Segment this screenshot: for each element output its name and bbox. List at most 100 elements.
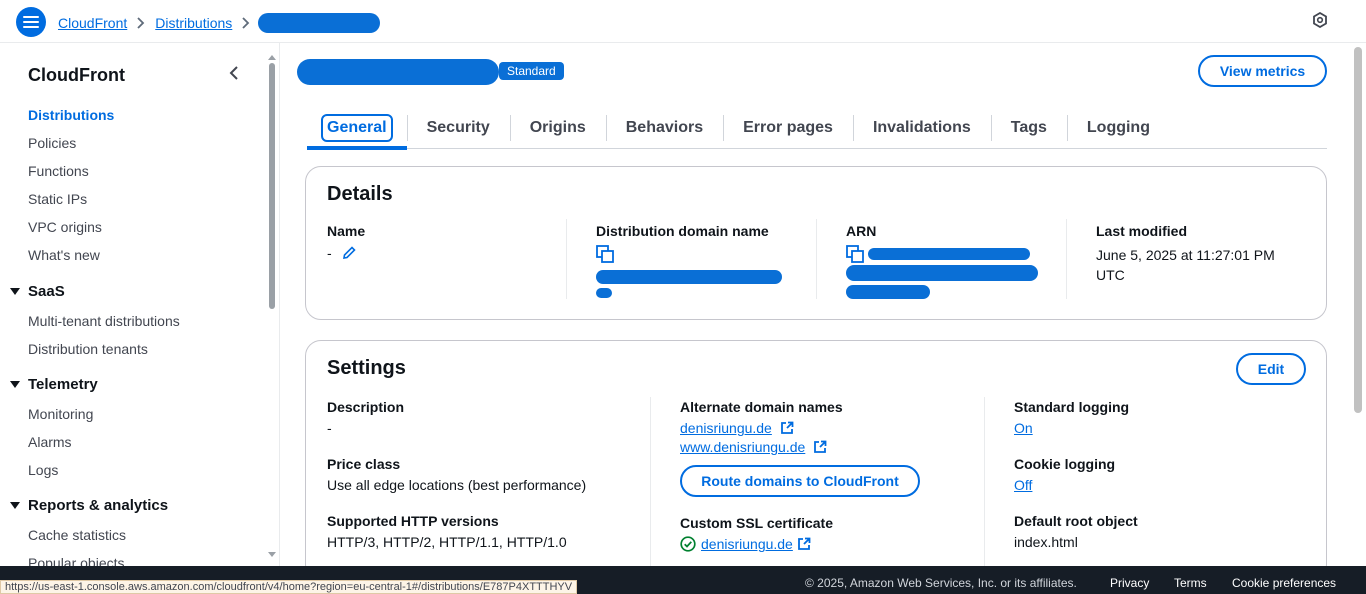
- last-modified-value: June 5, 2025 at 11:27:01 PM UTC: [1096, 247, 1275, 283]
- sidebar-group-label: SaaS: [28, 283, 65, 300]
- sidebar-item-policies[interactable]: Policies: [28, 129, 268, 157]
- column-divider: [650, 397, 651, 566]
- check-circle-icon: [680, 536, 696, 552]
- edit-button[interactable]: Edit: [1236, 353, 1306, 385]
- sidebar-item-distribution-tenants[interactable]: Distribution tenants: [28, 335, 268, 363]
- copy-icon[interactable]: [596, 245, 614, 263]
- price-class-value: Use all edge locations (best performance…: [327, 477, 587, 493]
- scrollbar-thumb[interactable]: [1354, 47, 1362, 413]
- sidebar-group-label: Telemetry: [28, 376, 98, 393]
- cookie-logging-label: Cookie logging: [1014, 456, 1116, 472]
- sidebar-item-distributions[interactable]: Distributions: [28, 101, 268, 129]
- sidebar-item-popular-objects[interactable]: Popular objects: [28, 549, 268, 566]
- alternate-domain-link[interactable]: www.denisriungu.de: [680, 439, 805, 455]
- sidebar-title: CloudFront: [28, 65, 125, 85]
- description-value: -: [327, 420, 332, 436]
- column-divider: [816, 219, 817, 299]
- sidebar-item-multi-tenant[interactable]: Multi-tenant distributions: [28, 307, 268, 335]
- route-domains-button[interactable]: Route domains to CloudFront: [680, 465, 920, 497]
- external-link-icon: [814, 440, 827, 453]
- sidebar-item-vpc-origins[interactable]: VPC origins: [28, 213, 268, 241]
- top-breadcrumb-bar: CloudFront Distributions: [0, 0, 1366, 43]
- settings-card: Settings Edit Description - Price class …: [305, 340, 1327, 566]
- arn-label: ARN: [846, 223, 877, 239]
- breadcrumb: CloudFront Distributions: [58, 13, 381, 33]
- copy-icon[interactable]: [846, 245, 864, 263]
- scroll-up-icon[interactable]: [268, 55, 276, 60]
- main-content: Standard View metrics General Security O…: [281, 43, 1351, 566]
- sidebar-group-saas[interactable]: SaaS: [10, 283, 65, 300]
- sidebar-item-cache-statistics[interactable]: Cache statistics: [28, 521, 268, 549]
- chevron-left-icon[interactable]: [228, 65, 240, 84]
- tab-security[interactable]: Security: [406, 107, 510, 149]
- sidebar: CloudFront Distributions Policies Functi…: [0, 43, 280, 566]
- column-divider: [1066, 219, 1067, 299]
- status-bar-url: https://us-east-1.console.aws.amazon.com…: [0, 580, 578, 594]
- alternate-domains-label: Alternate domain names: [680, 399, 843, 415]
- last-modified-label: Last modified: [1096, 223, 1188, 239]
- sidebar-item-logs[interactable]: Logs: [28, 456, 268, 484]
- name-value: -: [327, 245, 332, 261]
- cookie-logging-link[interactable]: Off: [1014, 477, 1032, 493]
- privacy-link[interactable]: Privacy: [1110, 576, 1149, 590]
- hamburger-icon: [23, 16, 39, 28]
- redacted-domain-name: [596, 270, 782, 284]
- copyright-text: © 2025, Amazon Web Services, Inc. or its…: [805, 576, 1077, 590]
- standard-logging-link[interactable]: On: [1014, 420, 1033, 436]
- caret-down-icon: [10, 381, 20, 388]
- sidebar-item-static-ips[interactable]: Static IPs: [28, 185, 268, 213]
- tab-tags[interactable]: Tags: [990, 107, 1067, 149]
- standard-logging-label: Standard logging: [1014, 399, 1130, 415]
- redacted-arn-line3: [846, 285, 930, 299]
- terms-link[interactable]: Terms: [1174, 576, 1207, 590]
- breadcrumb-distributions[interactable]: Distributions: [155, 15, 232, 31]
- settings-icon[interactable]: [1312, 11, 1328, 31]
- domain-name-label: Distribution domain name: [596, 223, 769, 239]
- scrollbar-thumb[interactable]: [269, 63, 275, 309]
- edit-pencil-icon[interactable]: [342, 246, 356, 260]
- sidebar-scrollbar[interactable]: [267, 55, 276, 565]
- description-label: Description: [327, 399, 405, 415]
- http-versions-value: HTTP/3, HTTP/2, HTTP/1.1, HTTP/1.0: [327, 534, 567, 550]
- scroll-down-icon[interactable]: [268, 552, 276, 557]
- sidebar-group-reports[interactable]: Reports & analytics: [10, 497, 168, 514]
- sidebar-item-functions[interactable]: Functions: [28, 157, 268, 185]
- view-metrics-button[interactable]: View metrics: [1198, 55, 1327, 87]
- column-divider: [984, 397, 985, 566]
- details-heading: Details: [327, 183, 393, 205]
- sidebar-item-monitoring[interactable]: Monitoring: [28, 400, 268, 428]
- alternate-domain-link[interactable]: denisriungu.de: [680, 420, 772, 436]
- cookie-preferences-link[interactable]: Cookie preferences: [1232, 576, 1336, 590]
- price-class-label: Price class: [327, 456, 401, 472]
- tab-error-pages[interactable]: Error pages: [723, 107, 853, 149]
- ssl-certificate-link[interactable]: denisriungu.de: [701, 536, 793, 552]
- breadcrumb-cloudfront[interactable]: CloudFront: [58, 15, 127, 31]
- status-badge: Standard: [499, 62, 564, 80]
- sidebar-item-alarms[interactable]: Alarms: [28, 428, 268, 456]
- settings-heading: Settings: [327, 357, 406, 379]
- caret-down-icon: [10, 288, 20, 295]
- sidebar-item-whats-new[interactable]: What's new: [28, 241, 268, 269]
- sidebar-group-telemetry[interactable]: Telemetry: [10, 376, 98, 393]
- tab-behaviors[interactable]: Behaviors: [605, 107, 723, 149]
- page-scrollbar[interactable]: [1351, 43, 1366, 566]
- external-link-icon: [797, 537, 811, 550]
- menu-button[interactable]: [16, 7, 46, 37]
- external-link-icon: [780, 421, 794, 434]
- chevron-right-icon: [137, 17, 145, 29]
- ssl-certificate-label: Custom SSL certificate: [680, 515, 834, 531]
- redacted-domain-name-tail: [596, 288, 612, 298]
- tab-bar: General Security Origins Behaviors Error…: [307, 107, 1327, 150]
- sidebar-group-label: Reports & analytics: [28, 497, 169, 514]
- default-root-object-value: index.html: [1014, 534, 1078, 550]
- column-divider: [566, 219, 567, 299]
- tab-logging[interactable]: Logging: [1066, 107, 1170, 149]
- caret-down-icon: [10, 502, 20, 509]
- redacted-distribution-title: [297, 59, 499, 85]
- tab-invalidations[interactable]: Invalidations: [852, 107, 991, 149]
- tab-origins[interactable]: Origins: [509, 107, 606, 149]
- details-card: Details Name - Distribution domain name …: [305, 166, 1327, 320]
- tab-general[interactable]: General: [307, 107, 407, 150]
- redacted-arn: [868, 248, 1030, 260]
- default-root-object-label: Default root object: [1014, 513, 1138, 529]
